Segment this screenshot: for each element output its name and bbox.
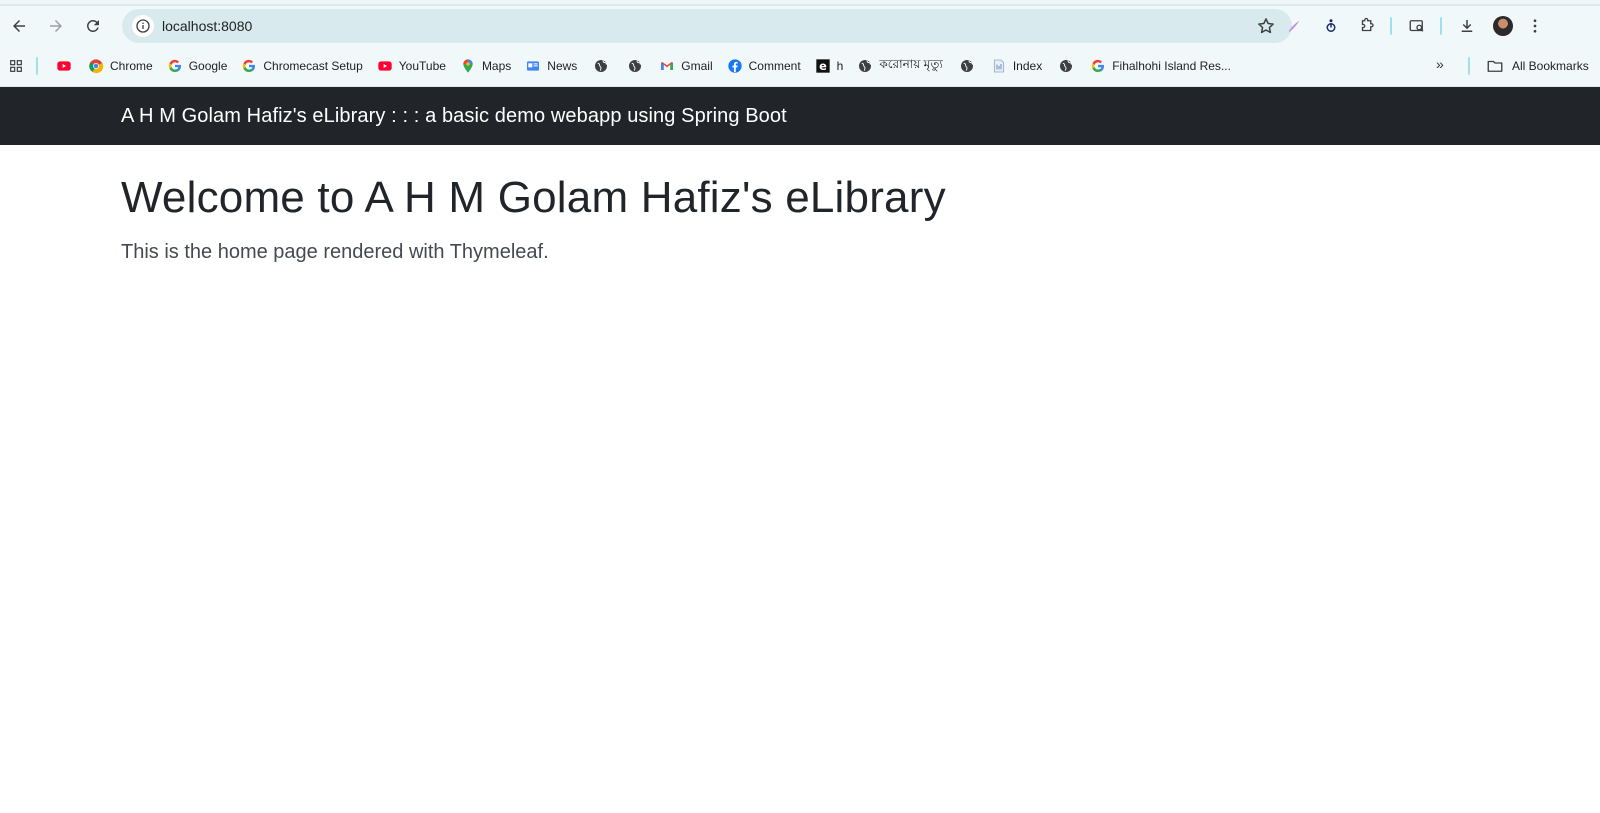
browser-toolbar: localhost:8080 bbox=[0, 6, 1600, 46]
bookmark-label: News bbox=[547, 59, 578, 73]
bookmark-label: Gmail bbox=[681, 59, 713, 73]
more-bookmarks-button[interactable]: » bbox=[1436, 56, 1444, 72]
e-icon: e bbox=[815, 58, 831, 74]
globe-icon bbox=[857, 58, 873, 74]
maps-icon bbox=[460, 58, 476, 74]
extensions-puzzle-icon[interactable] bbox=[1356, 15, 1378, 37]
toolbar-actions bbox=[1288, 6, 1600, 46]
youtube-icon bbox=[377, 58, 393, 74]
browser-chrome: localhost:8080 Chrome Google Chromecast … bbox=[0, 0, 1600, 87]
extension-quill-icon[interactable] bbox=[1283, 15, 1305, 37]
bookmark-label: h bbox=[836, 59, 844, 73]
bookmark-item[interactable]: News bbox=[519, 52, 583, 80]
page-title: Welcome to A H M Golam Hafiz's eLibrary bbox=[121, 173, 946, 222]
bookmarks-bar: Chrome Google Chromecast Setup YouTube Maps N… bbox=[0, 46, 1600, 87]
profile-avatar[interactable] bbox=[1492, 15, 1514, 37]
download-icon[interactable] bbox=[1456, 15, 1478, 37]
menu-kebab-icon[interactable] bbox=[1524, 15, 1546, 37]
bookmark-list: Chrome Google Chromecast Setup YouTube Maps N… bbox=[48, 52, 1239, 80]
reload-button[interactable] bbox=[81, 14, 105, 38]
arrow-right-icon bbox=[50, 20, 62, 32]
youtube-icon bbox=[56, 58, 72, 74]
bookmark-item[interactable] bbox=[48, 52, 80, 80]
bookmark-item[interactable] bbox=[1050, 52, 1082, 80]
facebook-icon bbox=[727, 58, 743, 74]
bookmark-item[interactable]: করোনায় মৃত্যু bbox=[851, 52, 949, 80]
bookmark-item[interactable]: YouTube bbox=[371, 52, 452, 80]
bookmark-label: করোনায় মৃত্যু bbox=[879, 57, 943, 71]
bookmark-item[interactable]: Chromecast Setup bbox=[235, 52, 368, 80]
back-button[interactable] bbox=[7, 14, 31, 38]
bookmark-label: Chromecast Setup bbox=[263, 59, 363, 73]
address-bar[interactable]: localhost:8080 bbox=[122, 9, 1292, 43]
bookmark-label: YouTube bbox=[398, 59, 446, 73]
page-lead: This is the home page rendered with Thym… bbox=[121, 241, 549, 263]
google-icon bbox=[167, 58, 183, 74]
all-bookmarks-label: All Bookmarks bbox=[1512, 59, 1589, 73]
url-text[interactable]: localhost:8080 bbox=[162, 18, 252, 34]
apps-grid-icon[interactable] bbox=[6, 56, 26, 76]
forward-button[interactable] bbox=[44, 14, 68, 38]
bookmark-label: Google bbox=[188, 59, 228, 73]
gmail-icon bbox=[659, 58, 675, 74]
avatar bbox=[1493, 16, 1513, 36]
bookmark-label: Maps bbox=[481, 59, 512, 73]
toolbar-separator bbox=[1440, 17, 1442, 35]
google-icon bbox=[1090, 58, 1106, 74]
bookmarks-separator bbox=[1468, 57, 1470, 75]
globe-icon bbox=[1058, 58, 1074, 74]
reload-icon bbox=[86, 19, 99, 32]
document-icon bbox=[991, 58, 1007, 74]
bookmarks-separator bbox=[36, 57, 38, 75]
bookmark-item[interactable] bbox=[951, 52, 983, 80]
bookmark-item[interactable]: Chrome bbox=[82, 52, 159, 80]
all-bookmarks-button[interactable]: All Bookmarks bbox=[1486, 52, 1589, 80]
bookmark-item[interactable]: eh bbox=[809, 52, 850, 80]
folder-icon bbox=[1487, 60, 1503, 72]
bookmark-label: Fihalhohi Island Res... bbox=[1112, 59, 1231, 73]
svg-text:e: e bbox=[819, 59, 827, 73]
news-icon bbox=[525, 58, 541, 74]
site-navbar: A H M Golam Hafiz's eLibrary : : : a bas… bbox=[0, 87, 1600, 145]
navbar-brand[interactable]: A H M Golam Hafiz's eLibrary : : : a bas… bbox=[121, 105, 787, 128]
site-info-icon[interactable] bbox=[132, 15, 154, 37]
toolbar-separator bbox=[1390, 17, 1392, 35]
extension-accessibility-icon[interactable] bbox=[1320, 15, 1342, 37]
bookmark-label: Index bbox=[1012, 59, 1043, 73]
bookmark-item[interactable]: Maps bbox=[454, 52, 517, 80]
bookmark-label: Chrome bbox=[110, 59, 153, 73]
bookmark-label: Comment bbox=[748, 59, 801, 73]
globe-icon bbox=[959, 58, 975, 74]
bookmark-star-icon[interactable] bbox=[1256, 16, 1276, 36]
bookmark-item[interactable]: Index bbox=[985, 52, 1048, 80]
chrome-icon bbox=[88, 58, 104, 74]
bookmark-item[interactable]: Fihalhohi Island Res... bbox=[1084, 52, 1237, 80]
google-icon bbox=[241, 58, 257, 74]
main-content: Welcome to A H M Golam Hafiz's eLibrary … bbox=[0, 173, 1600, 264]
globe-icon bbox=[627, 58, 643, 74]
arrow-left-icon bbox=[13, 20, 25, 32]
bookmark-item[interactable] bbox=[585, 52, 617, 80]
bookmark-item[interactable]: Google bbox=[161, 52, 234, 80]
bookmark-item[interactable]: Gmail bbox=[653, 52, 718, 80]
globe-icon bbox=[593, 58, 609, 74]
tab-search-icon[interactable] bbox=[1406, 15, 1428, 37]
bookmark-item[interactable]: Comment bbox=[721, 52, 807, 80]
bookmark-item[interactable] bbox=[619, 52, 651, 80]
